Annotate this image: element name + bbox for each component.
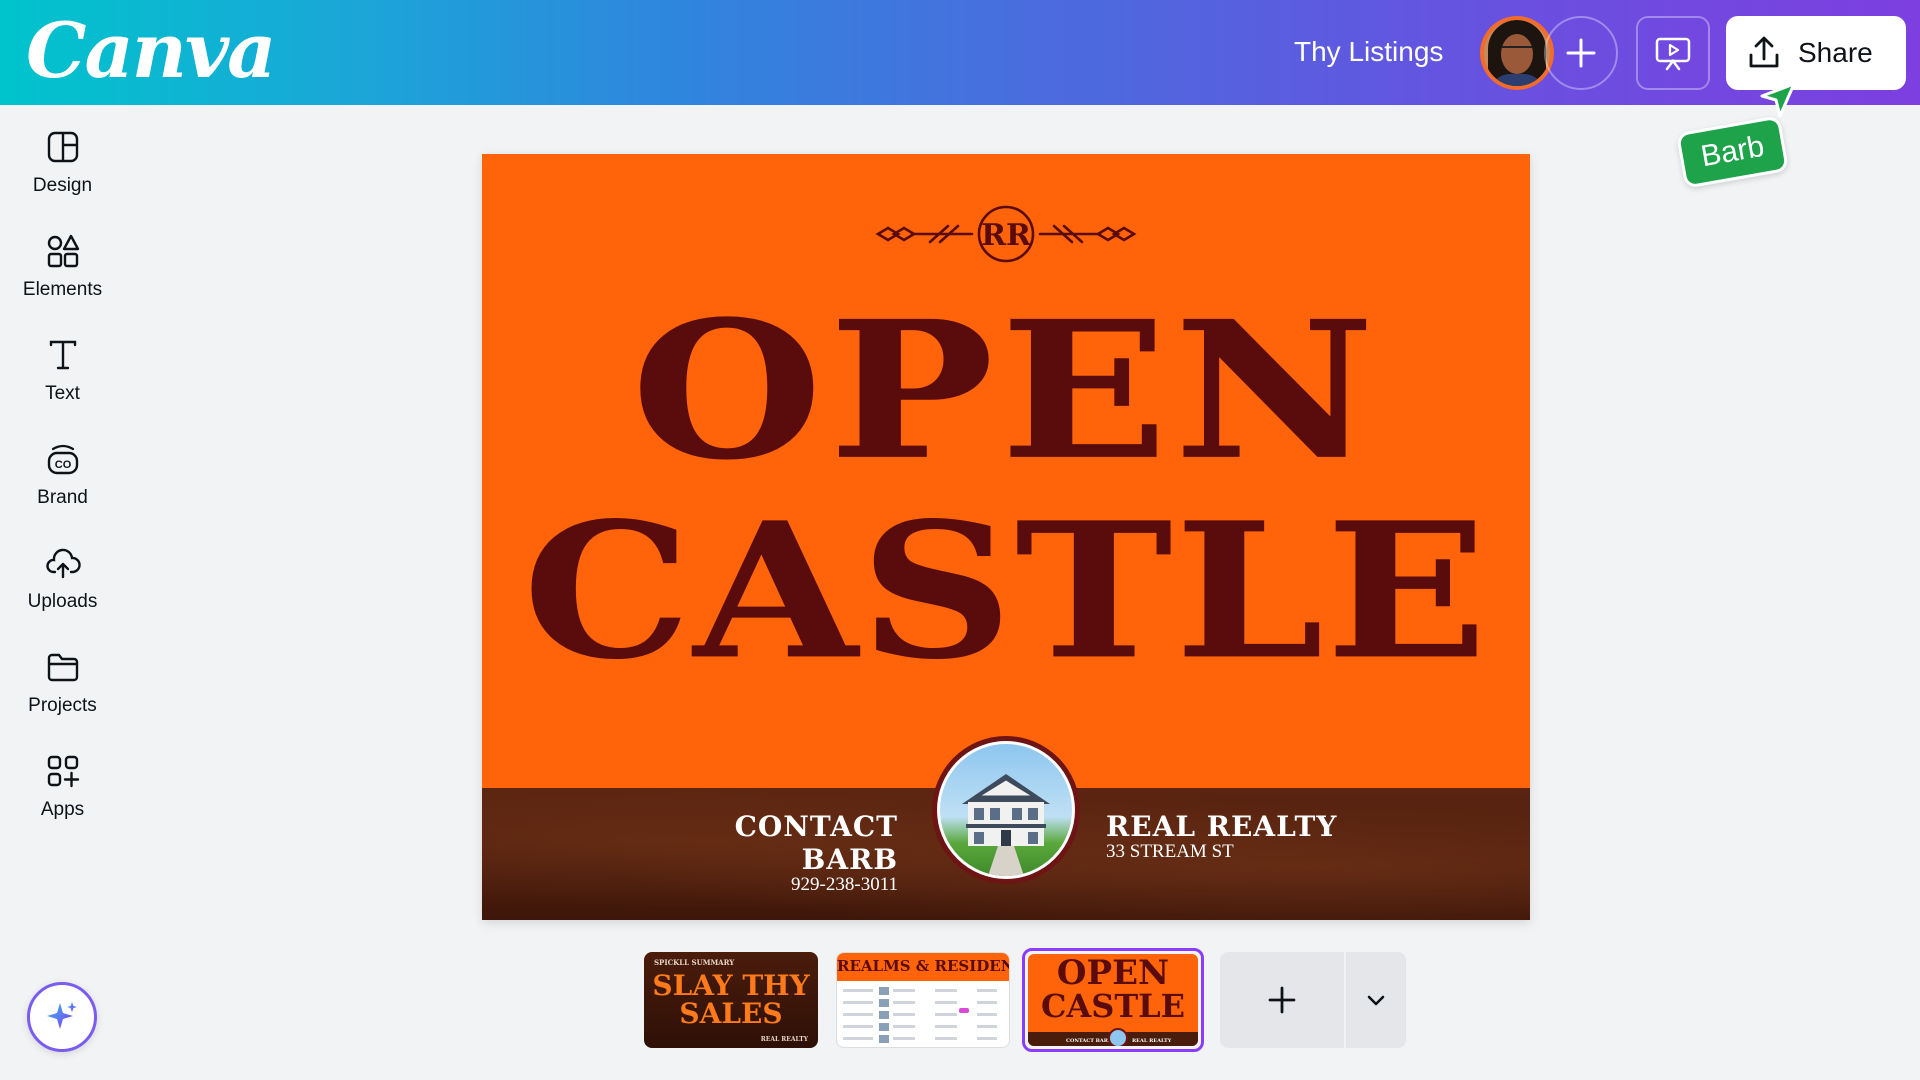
user-avatar[interactable] [1480, 16, 1554, 90]
sidebar-item-label: Elements [22, 279, 103, 300]
thumb-3-title-line-1: OPEN [1056, 954, 1170, 993]
collaborator-cursor-icon [1760, 82, 1796, 118]
upload-icon [1749, 36, 1779, 68]
monogram-text: RR [981, 218, 1032, 253]
sidebar-item-label: Uploads [27, 591, 98, 612]
sidebar-item-label: Apps [40, 799, 85, 820]
present-button[interactable] [1636, 16, 1710, 90]
contact-title: CONTACT BARB [734, 810, 898, 876]
left-sidebar: Design Elements Text CO Brand Uploads Pr… [0, 105, 125, 1080]
plus-icon [1268, 986, 1296, 1014]
thumb-3-title-line-2: CASTLE [1040, 987, 1186, 1025]
design-title[interactable]: Thy Listings [1294, 36, 1443, 68]
apps-icon [47, 755, 79, 788]
company-address: 33 STREAM ST [1106, 841, 1234, 862]
sidebar-item-brand[interactable]: CO Brand [0, 417, 125, 517]
page-thumbnail-1[interactable]: SPICKLL SUMMARY SLAY THY SALES REAL REAL… [644, 952, 818, 1048]
sidebar-item-text[interactable]: Text [0, 313, 125, 413]
share-button[interactable]: Share [1726, 16, 1906, 90]
folder-icon [47, 653, 78, 682]
company-block[interactable]: REAL REALTY 33 STREAM ST [1106, 810, 1337, 863]
collaborator-name-tag: Barb [1675, 115, 1790, 189]
layout-icon [47, 131, 78, 163]
sidebar-item-label: Projects [28, 695, 97, 716]
sidebar-item-projects[interactable]: Projects [0, 625, 125, 725]
add-collaborator-button[interactable] [1544, 16, 1618, 90]
thumb-1-title-line-2: SALES [679, 997, 783, 1030]
thumb-1-small-left: SPICKLL SUMMARY [654, 958, 735, 967]
headline-line-1[interactable]: OPEN [482, 296, 1530, 485]
chevron-down-icon [1367, 995, 1385, 1006]
text-icon [49, 340, 76, 370]
present-icon [1655, 37, 1691, 71]
sidebar-item-uploads[interactable]: Uploads [0, 521, 125, 621]
svg-text:CO: CO [54, 459, 71, 471]
thumb-1-small-right: REAL REALTY [760, 1036, 808, 1043]
page-options-button[interactable] [1346, 952, 1406, 1048]
contact-block[interactable]: CONTACT BARB 929-238-3011 [668, 810, 898, 896]
thumb-1-title-line-1: SLAY THY [652, 969, 810, 1002]
sidebar-item-apps[interactable]: Apps [0, 729, 125, 829]
thumb-2-table [843, 987, 997, 1043]
magic-assistant-button[interactable] [27, 982, 97, 1052]
share-label: Share [1798, 37, 1873, 68]
thumb-2-title: REALMS & RESIDENCE [837, 957, 1009, 975]
contact-phone: 929-238-3011 [791, 874, 898, 895]
page-thumbnail-3-selected[interactable]: OPEN CASTLE CONTACT BARB REAL REALTY [1022, 948, 1204, 1052]
headline-line-2[interactable]: CASTLE [482, 498, 1530, 685]
house-image [962, 774, 1050, 876]
design-page[interactable]: RR OPEN CASTLE CONTACT BARB 929-238-3011 [482, 154, 1530, 920]
sidebar-item-label: Design [32, 175, 93, 196]
monogram-ornament: RR [875, 205, 1137, 263]
company-title: REAL REALTY [1106, 810, 1338, 843]
cloud-upload-icon [45, 548, 81, 579]
shapes-icon [47, 234, 79, 268]
plus-icon [1566, 38, 1596, 68]
sidebar-item-elements[interactable]: Elements [0, 209, 125, 309]
brand-icon: CO [47, 444, 78, 475]
top-bar: Canva Thy Listings Share [0, 0, 1920, 105]
add-page-button[interactable] [1220, 952, 1344, 1048]
canva-logo[interactable]: Canva [26, 6, 276, 95]
page-thumbnail-2[interactable]: REALMS & RESIDENCE [836, 952, 1010, 1048]
sidebar-item-label: Text [45, 383, 80, 404]
house-photo[interactable] [932, 736, 1080, 884]
sidebar-item-design[interactable]: Design [0, 105, 125, 205]
sparkle-icon [47, 1002, 77, 1029]
sidebar-item-label: Brand [37, 487, 88, 508]
